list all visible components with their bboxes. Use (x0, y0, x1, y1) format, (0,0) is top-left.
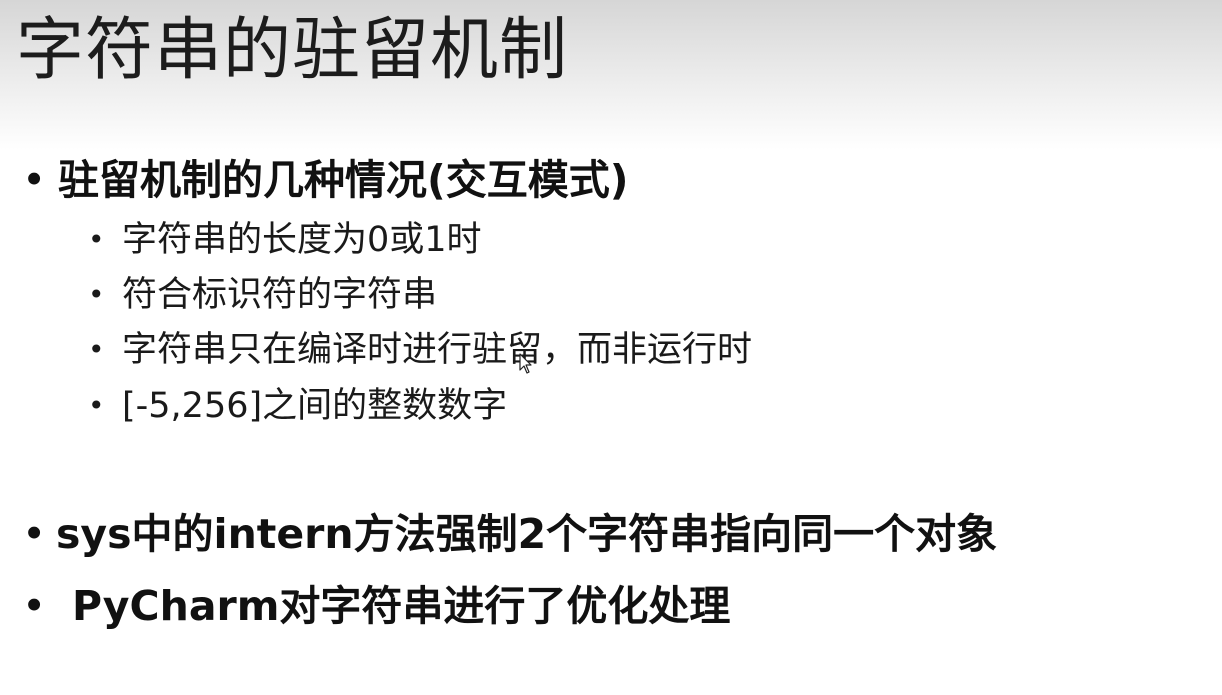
slide-title: 字符串的驻留机制 (16, 11, 569, 90)
bullet-item: • PyCharm对字符串进行了优化处理 (22, 578, 1202, 634)
sub-bullet-item: • [-5,256]之间的整数数字 (88, 382, 988, 430)
bullet-icon: • (88, 389, 105, 422)
sub-bullet-item: • 字符串只在编译时进行驻留，而非运行时 (88, 326, 988, 374)
bullet-text: PyCharm对字符串进行了优化处理 (72, 582, 731, 630)
bullet-text: sys中的intern方法强制2个字符串指向同一个对象 (56, 510, 998, 558)
bullet-icon: • (22, 582, 47, 630)
bullet-icon: • (88, 223, 105, 256)
sub-bullet-item: • 符合标识符的字符串 (88, 271, 988, 319)
sub-bullet-text: 符合标识符的字符串 (122, 275, 438, 315)
bullet-text: 驻留机制的几种情况(交互模式) (58, 156, 629, 204)
sub-bullet-text: [-5,256]之间的整数数字 (122, 386, 508, 426)
bullet-item: • sys中的intern方法强制2个字符串指向同一个对象 (22, 506, 1212, 562)
bullet-icon: • (88, 278, 105, 311)
sub-bullet-text: 字符串的长度为0或1时 (122, 220, 482, 260)
bullet-item: • 驻留机制的几种情况(交互模式) (22, 152, 1202, 208)
bullet-icon: • (22, 156, 47, 204)
bullet-icon: • (22, 510, 47, 558)
slide: 字符串的驻留机制 • 驻留机制的几种情况(交互模式) • 字符串的长度为0或1时… (0, 0, 1222, 695)
bullet-icon: • (88, 333, 105, 366)
mouse-pointer-icon (519, 353, 532, 374)
sub-bullet-item: • 字符串的长度为0或1时 (88, 216, 988, 264)
sub-bullet-text: 字符串只在编译时进行驻留，而非运行时 (122, 330, 753, 370)
